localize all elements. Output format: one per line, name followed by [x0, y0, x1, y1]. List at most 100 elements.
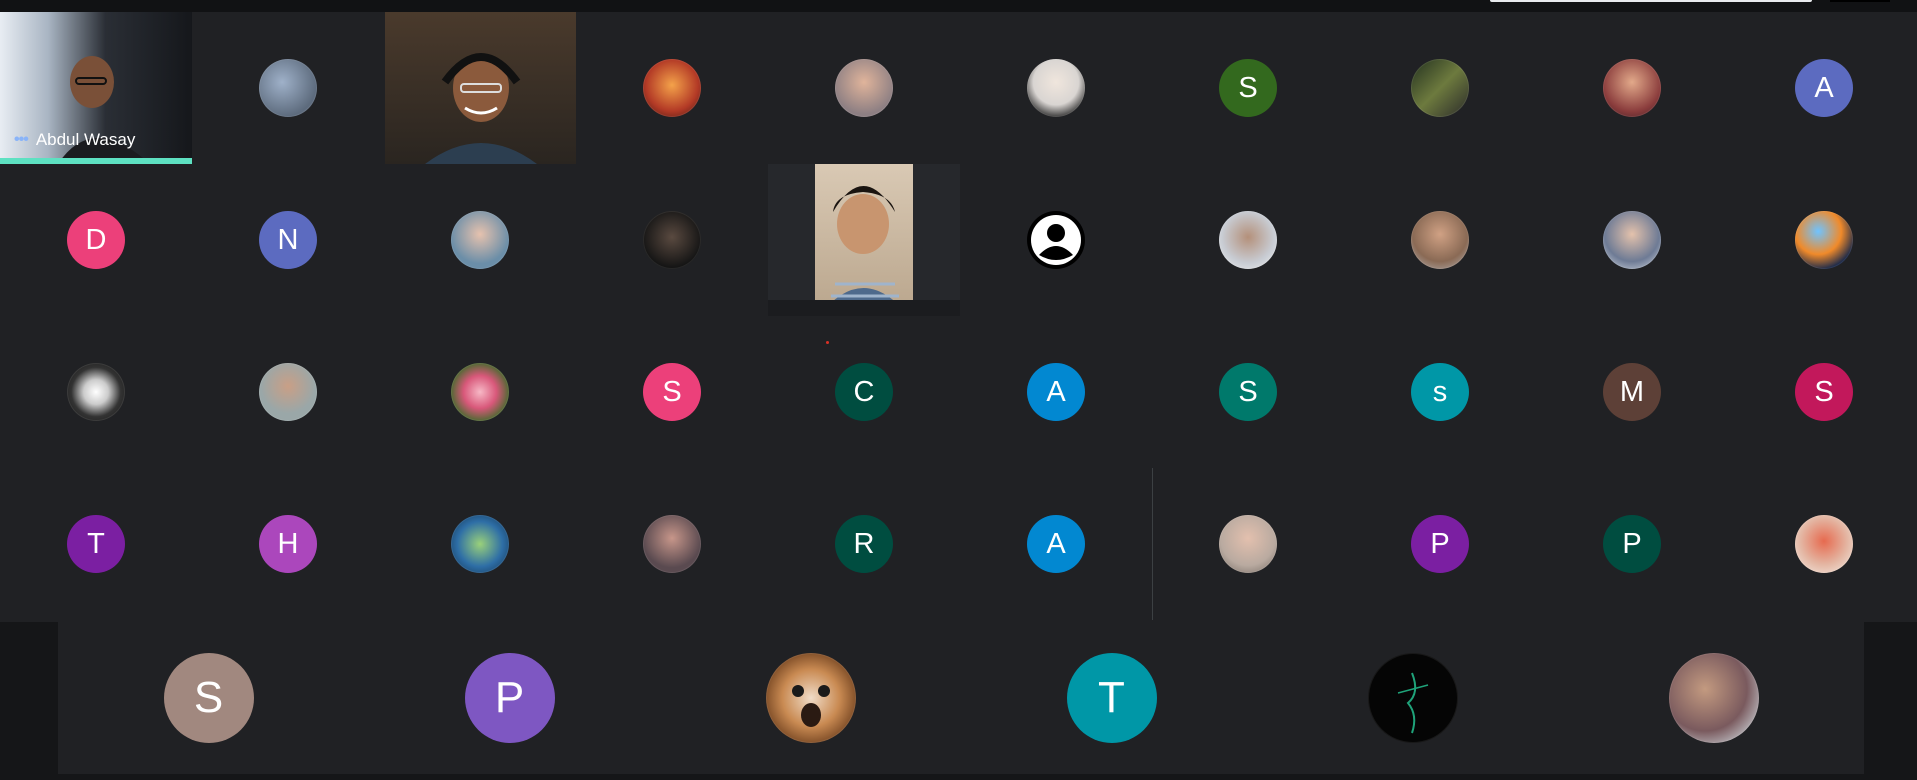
- participant-tile[interactable]: N: [192, 164, 384, 316]
- avatar: [1668, 653, 1759, 743]
- avatar-initial: P: [464, 653, 555, 743]
- participant-tile[interactable]: [192, 12, 384, 164]
- participant-tile[interactable]: [1152, 164, 1344, 316]
- avatar-initial: S: [163, 653, 254, 743]
- top-bar: [0, 0, 1917, 12]
- participant-tile[interactable]: [1344, 164, 1536, 316]
- participant-tile[interactable]: [1344, 12, 1536, 164]
- bottom-filmstrip: S P T: [0, 622, 1917, 780]
- avatar: [1795, 211, 1853, 269]
- avatar-initial: T: [1066, 653, 1157, 743]
- participant-tile[interactable]: [1152, 468, 1344, 620]
- avatar: [1795, 515, 1853, 573]
- participant-tile[interactable]: [384, 12, 576, 164]
- default-avatar-icon: [1027, 211, 1085, 269]
- participant-tile[interactable]: [1536, 164, 1728, 316]
- avatar-initial: C: [835, 363, 893, 421]
- participant-tile[interactable]: [768, 164, 960, 316]
- participant-tile[interactable]: [384, 468, 576, 620]
- participant-tile[interactable]: [384, 316, 576, 468]
- participant-tile[interactable]: [1536, 12, 1728, 164]
- participant-tile[interactable]: P: [1344, 468, 1536, 620]
- avatar: [1027, 59, 1085, 117]
- participant-tile[interactable]: [1728, 164, 1917, 316]
- participant-tile[interactable]: T: [0, 468, 192, 620]
- avatar: [1603, 211, 1661, 269]
- participant-tile[interactable]: s: [1344, 316, 1536, 468]
- avatar: [835, 59, 893, 117]
- avatar: [1411, 211, 1469, 269]
- avatar-initial: P: [1603, 515, 1661, 573]
- participant-tile[interactable]: [192, 316, 384, 468]
- participant-tile[interactable]: [960, 164, 1152, 316]
- avatar: [1219, 211, 1277, 269]
- avatar: [1411, 59, 1469, 117]
- participant-tile[interactable]: [0, 316, 192, 468]
- participant-tile[interactable]: A: [1728, 12, 1917, 164]
- participant-tile[interactable]: A: [960, 468, 1152, 620]
- participant-tile[interactable]: [960, 12, 1152, 164]
- participant-tile[interactable]: [384, 164, 576, 316]
- avatar-initial: s: [1411, 363, 1469, 421]
- participant-tile[interactable]: S: [1152, 12, 1344, 164]
- avatar: [1603, 59, 1661, 117]
- participant-tile[interactable]: [1728, 468, 1917, 620]
- avatar-initial: S: [1795, 363, 1853, 421]
- participant-grid: ••• Abdul Wasay S A D N S C A S s M S T …: [0, 12, 1917, 622]
- avatar: [765, 653, 856, 743]
- avatar: [259, 59, 317, 117]
- participant-tile[interactable]: S: [576, 316, 768, 468]
- top-control[interactable]: [1830, 0, 1890, 2]
- participant-tile[interactable]: R: [768, 468, 960, 620]
- participant-tile[interactable]: [576, 12, 768, 164]
- participant-tile[interactable]: H: [192, 468, 384, 620]
- avatar: [1219, 515, 1277, 573]
- avatar: [1367, 653, 1458, 743]
- avatar: [643, 211, 701, 269]
- participant-name: Abdul Wasay: [35, 130, 136, 149]
- participant-tile[interactable]: [576, 468, 768, 620]
- avatar-initial: S: [643, 363, 701, 421]
- video-feed: [385, 12, 576, 164]
- avatar-initial: A: [1027, 515, 1085, 573]
- participant-tile[interactable]: A: [960, 316, 1152, 468]
- avatar-initial: A: [1027, 363, 1085, 421]
- participant-tile[interactable]: [1262, 622, 1563, 774]
- avatar-initial: T: [67, 515, 125, 573]
- avatar: [643, 515, 701, 573]
- avatar: [643, 59, 701, 117]
- avatar-initial: S: [1219, 363, 1277, 421]
- filmstrip-row: S P T: [58, 622, 1864, 774]
- participant-tile[interactable]: C: [768, 316, 960, 468]
- search-strip[interactable]: [1490, 0, 1812, 2]
- avatar-initial: A: [1795, 59, 1853, 117]
- grid-divider: [1152, 468, 1153, 620]
- more-options-icon[interactable]: •••: [14, 132, 29, 148]
- avatar-initial: D: [67, 211, 125, 269]
- participant-tile-abdul-wasay[interactable]: ••• Abdul Wasay: [0, 12, 192, 164]
- participant-tile[interactable]: P: [359, 622, 660, 774]
- participant-tile[interactable]: S: [1728, 316, 1917, 468]
- recording-dot: [826, 341, 829, 344]
- name-overlay: ••• Abdul Wasay: [14, 130, 135, 150]
- participant-tile[interactable]: M: [1536, 316, 1728, 468]
- participant-tile[interactable]: D: [0, 164, 192, 316]
- participant-tile[interactable]: [1563, 622, 1864, 774]
- video-feed: [768, 164, 960, 316]
- avatar: [451, 211, 509, 269]
- avatar: [67, 363, 125, 421]
- avatar-initial: P: [1411, 515, 1469, 573]
- participant-tile[interactable]: S: [1152, 316, 1344, 468]
- participant-tile[interactable]: S: [58, 622, 359, 774]
- avatar: [451, 515, 509, 573]
- avatar: [451, 363, 509, 421]
- participant-tile[interactable]: [768, 12, 960, 164]
- participant-tile[interactable]: [576, 164, 768, 316]
- avatar-initial: R: [835, 515, 893, 573]
- avatar-initial: H: [259, 515, 317, 573]
- participant-tile[interactable]: T: [961, 622, 1262, 774]
- avatar-initial: N: [259, 211, 317, 269]
- avatar-initial: M: [1603, 363, 1661, 421]
- participant-tile[interactable]: P: [1536, 468, 1728, 620]
- participant-tile[interactable]: [660, 622, 961, 774]
